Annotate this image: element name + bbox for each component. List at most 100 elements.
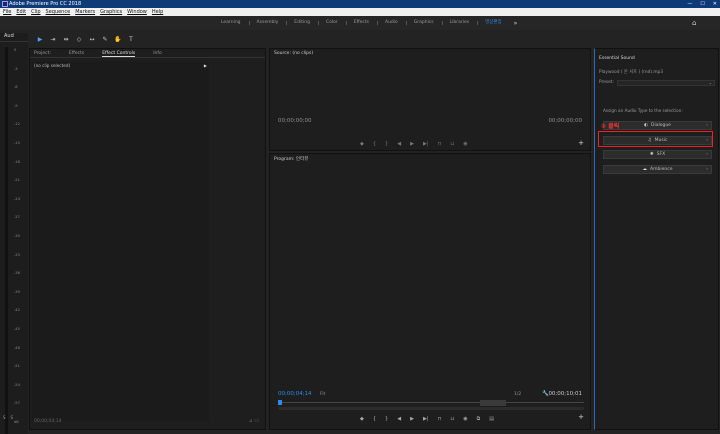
menu-help[interactable]: Help — [152, 8, 163, 16]
workspace-tab-custom[interactable]: 영상편집 — [477, 16, 510, 30]
export-frame-icon[interactable]: ◉ — [463, 141, 467, 147]
menu-file[interactable]: File — [3, 8, 11, 16]
menu-sequence[interactable]: Sequence — [46, 8, 71, 16]
go-to-in-icon[interactable]: } — [385, 416, 388, 422]
close-button[interactable]: ✕ — [713, 0, 717, 8]
workspace-tab-graphics[interactable]: Graphics — [405, 16, 442, 30]
razor-tool-icon[interactable]: ◇ — [75, 36, 83, 44]
tab-info[interactable]: Info — [153, 49, 162, 57]
meter-tick-label: -33 — [14, 252, 20, 257]
meter-tick-label: -12 — [14, 122, 20, 127]
workspace-tab-assembly[interactable]: Assembly — [248, 16, 287, 30]
zoom-scroll-bar[interactable] — [278, 407, 584, 410]
dialogue-label: Dialogue — [650, 123, 671, 128]
selection-tool-icon[interactable]: ▶ — [36, 36, 44, 44]
meter-tick-label: -27 — [14, 215, 20, 220]
source-monitor-title[interactable]: Source: (no clips) — [274, 51, 313, 56]
menu-clip[interactable]: Clip — [31, 8, 40, 16]
overwrite-icon[interactable]: ⊔ — [450, 141, 454, 147]
expand-arrow-icon[interactable]: ▶ — [204, 63, 207, 68]
program-timecode-right: 00;00;10;01 — [548, 391, 582, 397]
step-forward-icon[interactable]: ▶| — [423, 416, 429, 422]
hand-tool-icon[interactable]: ✋ — [114, 36, 122, 44]
workspace-tab-editing[interactable]: Editing — [286, 16, 318, 30]
audio-meter-bar — [5, 47, 8, 434]
effect-controls-timecode: 00;00;04;14 — [34, 419, 62, 424]
in-out-range-bar[interactable] — [480, 400, 506, 406]
menu-bar: File Edit Clip Sequence Markers Graphics… — [0, 8, 720, 16]
playback-resolution-select[interactable]: 1/2 — [514, 392, 521, 397]
source-timecode-left: 00;00;00;00 — [278, 118, 312, 124]
workspace-tabs: Learning Assembly Editing Color Effects … — [213, 16, 517, 30]
ambience-button[interactable]: ☁ Ambience › — [603, 165, 712, 174]
tools-toolbar: ▶ ⇥ ⇹ ◇ ↔ ✎ ✋ T — [36, 35, 135, 45]
step-back-icon[interactable]: ◀ — [397, 416, 401, 422]
window-controls: — ☐ ✕ — [687, 0, 717, 8]
insert-icon[interactable]: ⊓ — [437, 141, 441, 147]
menu-graphics[interactable]: Graphics — [100, 8, 122, 16]
vr-icon[interactable]: ▤ — [489, 416, 494, 422]
program-timecode-left[interactable]: 00;00;04;14 — [278, 391, 312, 397]
solo-button-left[interactable]: S — [3, 415, 6, 420]
mark-in-icon[interactable]: ◆ — [360, 416, 364, 422]
chevron-right-icon: › — [706, 123, 708, 128]
maximize-button[interactable]: ☐ — [700, 0, 704, 8]
zoom-level-select[interactable]: Fit — [320, 392, 325, 397]
audio-meter-header[interactable]: Aud — [0, 33, 28, 42]
mark-out-icon[interactable]: { — [373, 141, 376, 147]
sfx-label: SFX — [656, 152, 666, 157]
go-to-in-icon[interactable]: } — [385, 141, 388, 147]
tab-effects[interactable]: Effects — [69, 49, 84, 57]
ripple-edit-tool-icon[interactable]: ⇹ — [62, 36, 70, 44]
step-back-icon[interactable]: ◀ — [397, 141, 401, 147]
minimize-button[interactable]: — — [687, 0, 692, 8]
source-button-editor-icon[interactable]: + — [578, 139, 584, 147]
type-tool-icon[interactable]: T — [127, 36, 135, 44]
essential-sound-panel: Essential Sound Playwood ( 온 서프 ) (rnd).… — [594, 48, 719, 430]
program-monitor-title[interactable]: Program: 인터뷰 — [274, 156, 308, 162]
menu-window[interactable]: Window — [127, 8, 147, 16]
workspace-tab-libraries[interactable]: Libraries — [441, 16, 477, 30]
slip-tool-icon[interactable]: ↔ — [88, 36, 96, 44]
workspace-tab-learning[interactable]: Learning — [213, 16, 249, 30]
solo-button-right[interactable]: S — [11, 415, 14, 420]
play-icon[interactable]: ▶ — [410, 416, 414, 422]
comparison-view-icon[interactable]: ⧉ — [477, 416, 481, 422]
workspace-tab-effects[interactable]: Effects — [345, 16, 377, 30]
workspace-tab-color[interactable]: Color — [317, 16, 346, 30]
mark-out-icon[interactable]: { — [373, 416, 376, 422]
menu-edit[interactable]: Edit — [16, 8, 26, 16]
export-frame-icon[interactable]: ◉ — [463, 416, 467, 422]
pen-tool-icon[interactable]: ✎ — [101, 36, 109, 44]
dialogue-button[interactable]: ◐ Dialogue › — [603, 121, 712, 130]
meter-tick-label: -54 — [14, 382, 20, 387]
preset-dropdown[interactable]: ⌄ — [617, 80, 715, 86]
lift-icon[interactable]: ⊓ — [437, 416, 441, 422]
sfx-button[interactable]: ✺ SFX › — [603, 150, 712, 159]
program-timeline-ruler[interactable] — [278, 402, 584, 403]
menu-markers[interactable]: Markers — [75, 8, 95, 16]
meter-tick-label: -21 — [14, 178, 20, 183]
play-icon[interactable]: ▶ — [410, 141, 414, 147]
track-select-tool-icon[interactable]: ⇥ — [49, 36, 57, 44]
workspace-overflow-icon[interactable]: » — [514, 20, 518, 27]
workspace-tab-audio[interactable]: Audio — [376, 16, 406, 30]
preset-label: Preset: — [599, 80, 614, 85]
playhead-marker[interactable] — [278, 400, 282, 405]
tab-effect-controls[interactable]: Effect Controls — [102, 49, 136, 57]
meter-tick-label: -6 — [14, 85, 18, 90]
essential-sound-title[interactable]: Essential Sound — [599, 56, 635, 61]
program-button-editor-icon[interactable]: + — [578, 413, 584, 421]
mark-in-icon[interactable]: ◆ — [360, 141, 364, 147]
meter-tick-label: -18 — [14, 159, 20, 164]
meter-tick-label: 0 — [14, 48, 17, 52]
meter-tick-label: -9 — [14, 103, 18, 108]
source-monitor-panel: Source: (no clips) 00;00;00;00 00;00;00;… — [269, 48, 591, 151]
selected-file-label: Playwood ( 온 서프 ) (rnd).mp3 — [599, 70, 664, 75]
step-forward-icon[interactable]: ▶| — [423, 141, 429, 147]
filter-icons[interactable]: ⊿ ▭ — [248, 418, 259, 424]
meter-tick-label: -3 — [14, 66, 18, 71]
home-icon[interactable]: ⌂ — [692, 19, 696, 27]
extract-icon[interactable]: ⊔ — [450, 416, 454, 422]
tab-project[interactable]: Project: — [34, 49, 51, 57]
